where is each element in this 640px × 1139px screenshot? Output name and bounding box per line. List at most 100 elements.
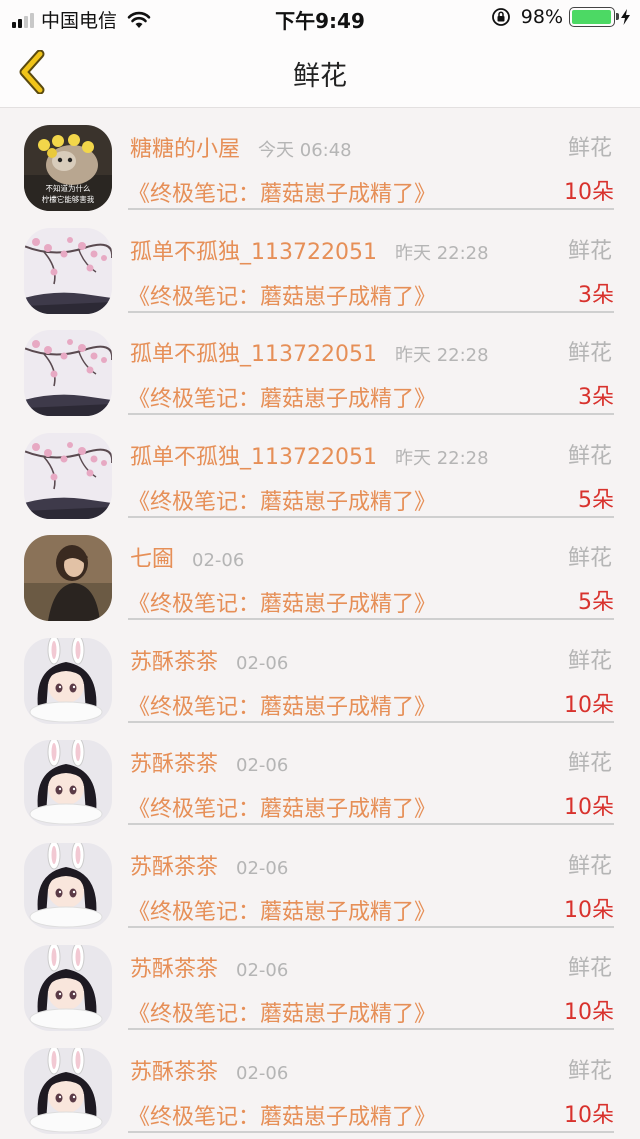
name-line: 孤单不孤独_113722051 昨天 22:28: [130, 336, 489, 368]
gift-count: 3朵: [578, 282, 614, 308]
name-line: 苏酥茶茶 02-06: [130, 644, 288, 676]
book-title-link[interactable]: 《终极笔记：蘑菇崽子成精了》: [128, 996, 436, 1028]
name-line: 孤单不孤独_113722051 昨天 22:28: [130, 439, 489, 471]
list-item[interactable]: 苏酥茶茶 02-06 鲜花《终极笔记：蘑菇崽子成精了》 10朵: [0, 836, 640, 939]
avatar[interactable]: 不知道为什么 柠檬它能够害我: [24, 125, 112, 211]
list-item[interactable]: 孤单不孤独_113722051 昨天 22:28 鲜花《终极笔记：蘑菇崽子成精了》 5…: [0, 426, 640, 529]
book-title-link[interactable]: 《终极笔记：蘑菇崽子成精了》: [128, 689, 436, 721]
list-item[interactable]: 七圇 02-06 鲜花《终极笔记：蘑菇崽子成精了》 5朵: [0, 528, 640, 631]
divider: [128, 618, 614, 620]
gift-count: 5朵: [578, 590, 614, 615]
timestamp: 02-06: [236, 652, 289, 674]
list-item[interactable]: 孤单不孤独_113722051 昨天 22:28 鲜花《终极笔记：蘑菇崽子成精了》 3…: [0, 221, 640, 324]
divider: [128, 823, 614, 825]
divider: [128, 1028, 614, 1030]
name-line: 苏酥茶茶 02-06: [130, 1054, 288, 1086]
username[interactable]: 苏酥茶茶: [130, 849, 218, 881]
book-title-link[interactable]: 《终极笔记：蘑菇崽子成精了》: [128, 791, 436, 823]
charging-bolt-icon: [621, 9, 630, 25]
book-title-link[interactable]: 《终极笔记：蘑菇崽子成精了》: [128, 176, 436, 208]
timestamp: 昨天 22:28: [394, 447, 489, 469]
username[interactable]: 苏酥茶茶: [130, 951, 218, 983]
username[interactable]: 孤单不孤独_113722051: [130, 336, 377, 368]
svg-text:柠檬它能够害我: 柠檬它能够害我: [42, 194, 95, 204]
avatar[interactable]: [24, 330, 112, 416]
avatar[interactable]: [24, 945, 112, 1031]
gift-type-label: 鲜花: [567, 751, 612, 776]
list-item[interactable]: 苏酥茶茶 02-06 鲜花《终极笔记：蘑菇崽子成精了》 10朵: [0, 733, 640, 836]
gift-type-label: 鲜花: [567, 546, 612, 571]
list-item[interactable]: 苏酥茶茶 02-06 鲜花《终极笔记：蘑菇崽子成精了》 10朵: [0, 631, 640, 734]
avatar[interactable]: [24, 637, 112, 724]
divider: [128, 720, 614, 723]
username[interactable]: 苏酥茶茶: [130, 644, 218, 676]
username[interactable]: 苏酥茶茶: [130, 1054, 218, 1086]
avatar[interactable]: [24, 842, 112, 929]
list-item[interactable]: 不知道为什么 柠檬它能够害我 糖糖的小屋 今天 06:48 鲜花 《终极笔记：蘑菇崽子成精…: [0, 118, 640, 221]
timestamp: 今天 06:48: [258, 140, 352, 161]
timestamp: 02-06: [236, 1062, 289, 1084]
gift-count: 3朵: [578, 385, 614, 410]
gift-count: 10朵: [564, 795, 614, 820]
timestamp: 02-06: [236, 755, 289, 776]
book-title-link[interactable]: 《终极笔记：蘑菇崽子成精了》: [128, 586, 436, 618]
svg-text:不知道为什么: 不知道为什么: [46, 183, 91, 193]
username[interactable]: 孤单不孤独_113722051: [130, 439, 377, 471]
name-line: 七圇 02-06: [130, 541, 244, 573]
gift-type-label: 鲜花: [567, 443, 612, 469]
timestamp: 02-06: [236, 960, 289, 981]
timestamp: 昨天 22:28: [394, 242, 489, 264]
gift-count: 5朵: [578, 487, 614, 513]
list-item[interactable]: 苏酥茶茶 02-06 鲜花《终极笔记：蘑菇崽子成精了》 10朵: [0, 938, 640, 1041]
username[interactable]: 孤单不孤独_113722051: [130, 234, 377, 266]
username[interactable]: 糖糖的小屋: [130, 131, 240, 163]
page-title: 鲜花: [293, 61, 347, 92]
battery-percent: 98%: [520, 6, 563, 28]
name-line: 孤单不孤独_113722051 昨天 22:28: [130, 234, 489, 266]
gift-type-label: 鲜花: [567, 238, 612, 264]
username[interactable]: 七圇: [130, 541, 174, 573]
book-title-link[interactable]: 《终极笔记：蘑菇崽子成精了》: [128, 484, 436, 516]
battery-icon: [569, 7, 619, 27]
timestamp: 02-06: [236, 857, 289, 879]
battery-level: [572, 10, 612, 24]
timestamp: 昨天 22:28: [394, 345, 489, 366]
book-title-link[interactable]: 《终极笔记：蘑菇崽子成精了》: [128, 894, 436, 926]
book-title-link[interactable]: 《终极笔记：蘑菇崽子成精了》: [128, 1099, 436, 1131]
list-item[interactable]: 孤单不孤独_113722051 昨天 22:28 鲜花《终极笔记：蘑菇崽子成精了》 3…: [0, 323, 640, 426]
gift-type-label: 鲜花: [567, 341, 612, 366]
name-line: 苏酥茶茶 02-06: [130, 951, 288, 983]
gift-count: 10朵: [564, 897, 614, 923]
divider: [128, 515, 614, 518]
avatar[interactable]: [24, 740, 112, 826]
divider: [128, 413, 614, 415]
gift-record-list: 不知道为什么 柠檬它能够害我 糖糖的小屋 今天 06:48 鲜花 《终极笔记：蘑菇崽子成精…: [0, 118, 640, 1139]
name-line: 糖糖的小屋 今天 06:48: [130, 131, 352, 163]
gift-count: 10朵: [564, 1000, 614, 1025]
book-title-link[interactable]: 《终极笔记：蘑菇崽子成精了》: [128, 381, 436, 413]
avatar[interactable]: [24, 535, 112, 621]
gift-type-label: 鲜花: [567, 956, 612, 981]
gift-count: 10朵: [564, 1102, 614, 1128]
book-title-link[interactable]: 《终极笔记：蘑菇崽子成精了》: [128, 279, 436, 311]
divider: [128, 925, 614, 928]
gift-type-label: 鲜花: [567, 648, 612, 674]
gift-count: 10朵: [564, 180, 614, 205]
divider: [128, 1130, 614, 1133]
name-line: 苏酥茶茶 02-06: [130, 746, 288, 778]
avatar[interactable]: [24, 1047, 112, 1134]
timestamp: 02-06: [192, 550, 245, 571]
gift-type-label: 鲜花: [567, 853, 612, 879]
list-item[interactable]: 苏酥茶茶 02-06 鲜花 《终极笔记：蘑菇崽子成精了》 10朵: [0, 1041, 640, 1139]
gift-count: 10朵: [564, 692, 614, 718]
username[interactable]: 苏酥茶茶: [130, 746, 218, 778]
status-right: 98%: [491, 6, 630, 28]
navigation-bar: 鲜花: [0, 36, 640, 108]
divider: [128, 208, 614, 210]
avatar[interactable]: [24, 432, 112, 519]
divider: [128, 310, 614, 313]
avatar[interactable]: [24, 227, 112, 314]
gift-type-label: 鲜花: [567, 136, 612, 161]
name-line: 苏酥茶茶 02-06: [130, 849, 288, 881]
orientation-lock-icon: [491, 8, 510, 26]
